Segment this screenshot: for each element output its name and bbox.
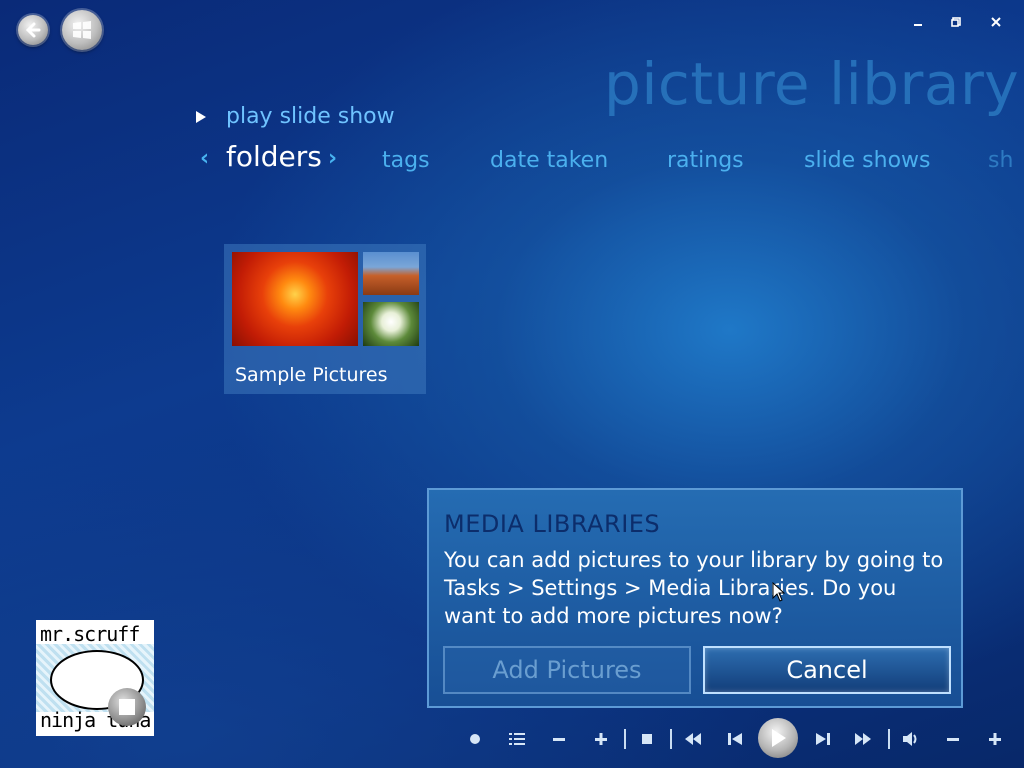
volume-down-button[interactable] (942, 728, 964, 750)
mute-button[interactable] (900, 728, 922, 750)
transport-separator (670, 729, 672, 749)
record-button[interactable] (464, 728, 486, 750)
transport-separator (624, 729, 626, 749)
restore-button[interactable] (948, 16, 964, 32)
minimize-icon (914, 24, 922, 26)
play-arrow-icon (196, 110, 206, 123)
play-slide-show-link[interactable]: play slide show (196, 104, 395, 129)
rewind-icon (685, 733, 701, 745)
tab-date-taken[interactable]: date taken (490, 148, 608, 173)
album-art-text-top: mr.scruff (40, 622, 140, 646)
media-libraries-dialog: MEDIA LIBRARIES You can add pictures to … (427, 488, 963, 708)
playlist-icon (509, 733, 525, 745)
cancel-button[interactable]: Cancel (703, 646, 951, 694)
close-icon (991, 17, 1001, 27)
tab-tags[interactable]: tags (382, 148, 430, 173)
volume-up-icon (989, 733, 1001, 745)
fast-forward-icon (855, 733, 871, 745)
page-title: picture library (604, 50, 1020, 118)
now-playing-album-art[interactable]: mr.scruff ninja tuna (36, 620, 154, 736)
channel-down-button[interactable] (548, 728, 570, 750)
fast-forward-button[interactable] (852, 728, 874, 750)
minus-icon (553, 738, 565, 741)
stop-icon (642, 734, 652, 744)
mouse-cursor-icon (772, 582, 786, 602)
plus-icon (595, 733, 607, 745)
chevron-right-icon[interactable]: › (328, 146, 337, 171)
tab-ratings[interactable]: ratings (667, 148, 744, 173)
back-arrow-icon (25, 22, 41, 38)
transport-controls (460, 716, 1020, 760)
restore-icon (951, 17, 961, 27)
next-button[interactable] (812, 728, 834, 750)
record-icon (470, 734, 480, 744)
play-button[interactable] (758, 718, 798, 758)
previous-button[interactable] (724, 728, 746, 750)
stop-icon (119, 699, 135, 715)
tab-slide-shows[interactable]: slide shows (804, 148, 931, 173)
channel-up-button[interactable] (590, 728, 612, 750)
close-button[interactable] (988, 16, 1004, 32)
thumbnail-desert (363, 252, 419, 295)
stop-button[interactable] (636, 728, 658, 750)
tab-folders[interactable]: folders (226, 140, 322, 173)
category-tabs: ‹ folders › tags date taken ratings slid… (200, 140, 1024, 180)
add-pictures-button[interactable]: Add Pictures (443, 646, 691, 694)
dialog-title: MEDIA LIBRARIES (444, 510, 661, 538)
volume-icon (903, 732, 917, 746)
back-button[interactable] (18, 15, 48, 45)
folder-label: Sample Pictures (235, 364, 388, 386)
transport-separator (888, 729, 890, 749)
chevron-left-icon[interactable]: ‹ (200, 146, 209, 171)
folder-tile-sample-pictures[interactable]: Sample Pictures (224, 244, 426, 394)
minimize-button[interactable] (910, 16, 926, 32)
next-icon (816, 733, 830, 745)
playlist-button[interactable] (506, 728, 528, 750)
tab-shared[interactable]: sh (988, 148, 1013, 173)
volume-up-button[interactable] (984, 728, 1006, 750)
album-stop-button[interactable] (108, 688, 146, 726)
play-icon (772, 729, 786, 747)
rewind-button[interactable] (682, 728, 704, 750)
start-button[interactable] (62, 10, 102, 50)
dialog-message: You can add pictures to your library by … (444, 548, 944, 628)
play-slide-show-label: play slide show (226, 104, 395, 129)
thumbnail-white-flower (363, 302, 419, 346)
thumbnail-flower (232, 252, 358, 346)
windows-logo-icon (73, 21, 91, 39)
previous-icon (728, 733, 742, 745)
volume-down-icon (947, 738, 959, 741)
